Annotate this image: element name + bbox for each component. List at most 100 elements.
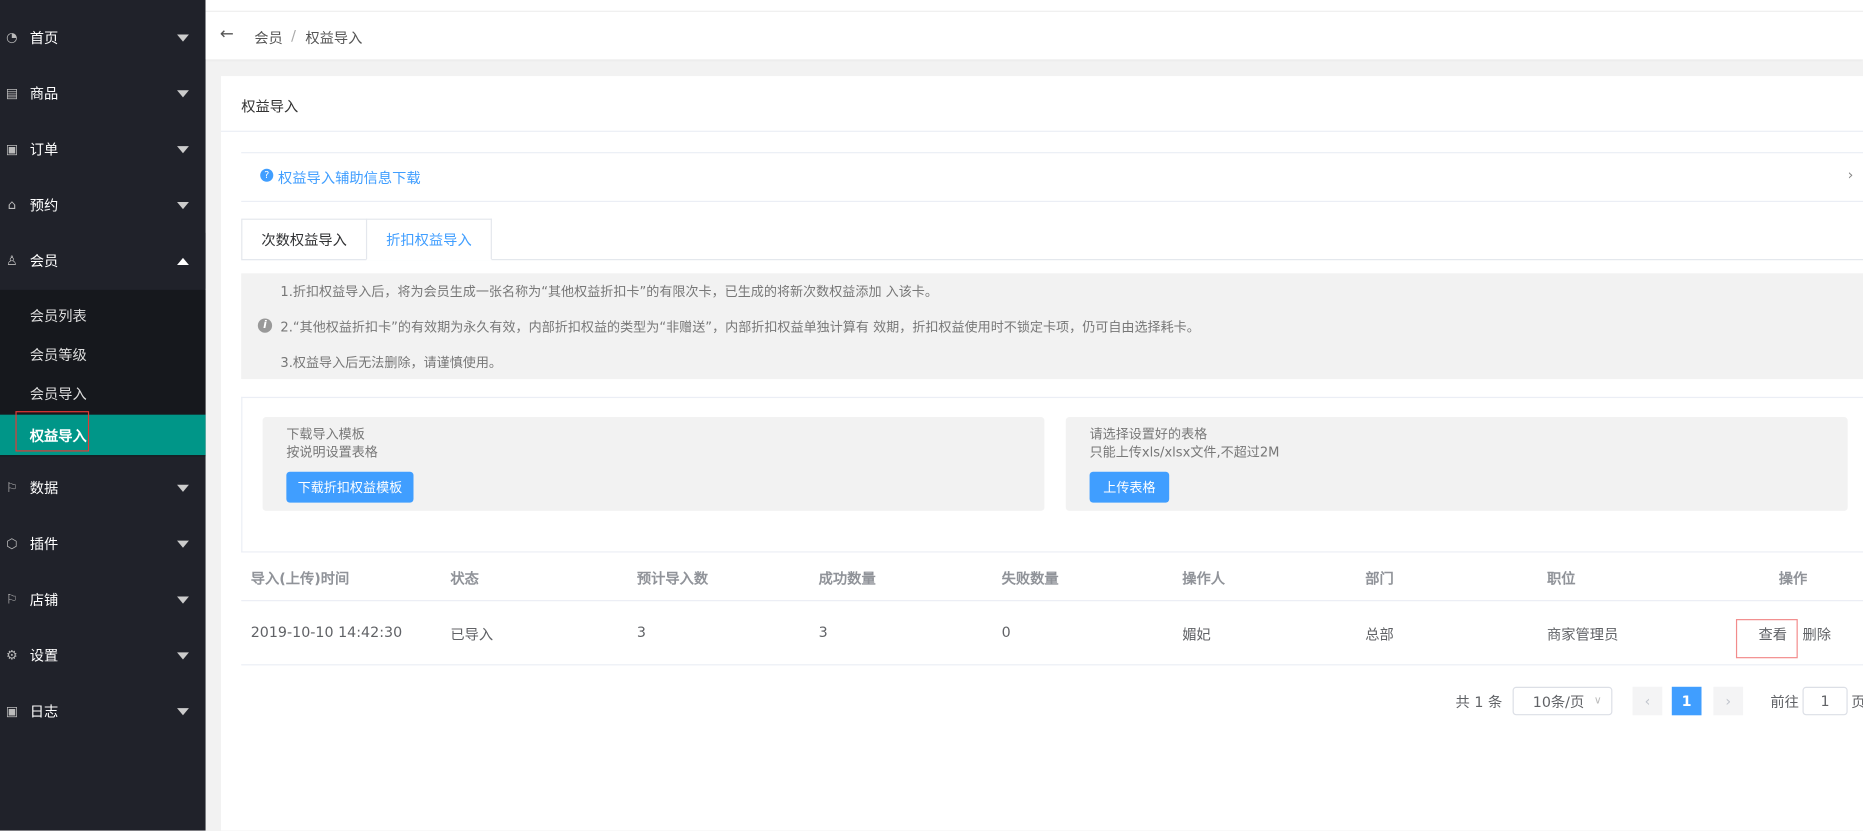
table-cell: 媚妃 — [1182, 626, 1211, 643]
download-panel: 下载导入模板 按说明设置表格 下载折扣权益模板 — [262, 417, 1045, 511]
notice-line: 1.折扣权益导入后，将为会员生成一张名称为“其他权益折扣卡”的有限次卡，已生成的… — [280, 283, 938, 300]
table-cell: 商家管理员 — [1547, 626, 1619, 643]
page-1-button[interactable]: 1 — [1671, 686, 1702, 716]
sidebar-item-9[interactable]: ▣ 日志 — [0, 683, 206, 739]
page-suffix: 页 — [1851, 687, 1863, 716]
chevron-down-icon: ∨ — [1593, 695, 1602, 707]
table-cell: 总部 — [1365, 626, 1394, 643]
caret-down-icon — [177, 651, 189, 659]
column-header: 导入(上传)时间 — [250, 570, 350, 587]
clipboard-icon: ▣ — [5, 703, 19, 719]
help-download-link[interactable]: 权益导入辅助信息下载 — [278, 168, 421, 188]
sidebar-item-label: 首页 — [29, 29, 59, 47]
upload-desc: 只能上传xls/xlsx文件,不超过2M — [1089, 444, 1280, 460]
column-header: 成功数量 — [818, 570, 876, 587]
column-header: 职位 — [1547, 570, 1576, 587]
download-title: 下载导入模板 — [286, 426, 365, 443]
caret-up-icon — [177, 257, 189, 265]
notice-line: 3.权益导入后无法删除，请谨慎使用。 — [280, 355, 503, 371]
sidebar-item-3[interactable]: ⌂ 预约 — [0, 177, 206, 233]
sidebar-item-7[interactable]: ⚐ 店铺 — [0, 572, 206, 628]
caret-down-icon — [177, 595, 189, 604]
caret-down-icon — [177, 484, 189, 492]
breadcrumb-current: 权益导入 — [305, 29, 363, 47]
download-template-button[interactable]: 下载折扣权益模板 — [286, 471, 414, 503]
column-header: 预计导入数 — [636, 570, 709, 587]
back-arrow-icon[interactable]: ← — [220, 25, 234, 44]
column-header: 操作人 — [1182, 570, 1226, 587]
table-cell: 3 — [636, 623, 646, 641]
flag-icon: ⚐ — [6, 591, 18, 608]
caret-down-icon — [177, 707, 189, 715]
tab-discount-benefit[interactable]: 折扣权益导入 — [365, 218, 492, 261]
gear-icon: ⚙ — [6, 647, 18, 664]
page-size-select[interactable]: 10条/页 ∨ — [1512, 686, 1613, 716]
sidebar-item-label: 数据 — [29, 480, 59, 497]
upload-table-button[interactable]: 上传表格 — [1089, 471, 1170, 503]
prev-page-button[interactable]: ‹ — [1632, 686, 1663, 716]
caret-down-icon — [177, 145, 189, 153]
submenu-member-level[interactable]: 会员等级 — [0, 334, 206, 374]
submenu-member-list[interactable]: 会员列表 — [0, 295, 206, 335]
column-header: 操作 — [1778, 570, 1808, 587]
delete-link[interactable]: 删除 — [1802, 624, 1831, 644]
caret-down-icon — [177, 540, 189, 548]
flag-icon: ⚐ — [6, 480, 18, 496]
table-cell: 已导入 — [450, 626, 494, 643]
help-icon: ? — [260, 168, 274, 182]
breadcrumb-separator: / — [291, 27, 296, 44]
sidebar-item-2[interactable]: ▣ 订单 — [0, 121, 206, 177]
sidebar-item-5[interactable]: ⚐ 数据 — [0, 460, 206, 516]
card-title: 权益导入 — [241, 98, 299, 116]
highlight-box — [1735, 619, 1798, 659]
sidebar-item-label: 商品 — [29, 85, 59, 103]
upload-title: 请选择设置好的表格 — [1089, 426, 1208, 443]
total-count: 共 1 条 — [1455, 693, 1503, 710]
clipboard-icon: ▣ — [5, 141, 19, 157]
caret-down-icon — [177, 89, 189, 97]
table-cell: 0 — [1001, 623, 1011, 641]
column-header: 失败数量 — [1001, 570, 1059, 587]
home-icon: ⌂ — [7, 197, 17, 213]
sidebar-item-4[interactable]: ♙ 会员 — [0, 232, 206, 289]
dashboard-icon: ◔ — [6, 29, 18, 46]
cube-icon: ⬡ — [6, 535, 18, 552]
label: 折扣权益导入 — [386, 231, 472, 249]
notice-box: 1.折扣权益导入后，将为会员生成一张名称为“其他权益折扣卡”的有限次卡，已生成的… — [241, 273, 1863, 380]
document-icon: ▤ — [5, 85, 19, 101]
highlight-box — [15, 411, 90, 452]
next-page-button[interactable]: › — [1713, 686, 1744, 716]
download-desc: 按说明设置表格 — [286, 444, 378, 460]
submenu-members: 会员列表 会员等级 会员导入 权益导入 — [0, 289, 206, 457]
label: 次数权益导入 — [261, 231, 347, 249]
column-header: 状态 — [450, 570, 479, 587]
info-icon: i — [257, 318, 273, 333]
sidebar-item-label: 会员 — [29, 253, 59, 270]
label: 会员等级 — [29, 346, 87, 363]
sidebar-item-8[interactable]: ⚙ 设置 — [0, 627, 206, 683]
label: 会员列表 — [29, 307, 87, 324]
submenu-member-import[interactable]: 会员导入 — [0, 373, 206, 413]
sidebar-item-label: 预约 — [29, 197, 59, 214]
goto-label: 前往 — [1770, 693, 1799, 710]
column-header: 部门 — [1365, 570, 1394, 587]
notice-line: 2.“其他权益折扣卡”的有效期为永久有效，内部折扣权益的类型为“非赠送”，内部折… — [280, 319, 1200, 336]
sidebar-item-6[interactable]: ⬡ 插件 — [0, 516, 206, 572]
tab-count-benefit[interactable]: 次数权益导入 — [241, 218, 368, 261]
label: 10条/页 — [1532, 693, 1585, 710]
table-cell: 2019-10-10 14:42:30 — [250, 623, 403, 641]
sidebar-item-0[interactable]: ◔ 首页 — [0, 10, 206, 66]
sidebar-item-1[interactable]: ▤ 商品 — [0, 65, 206, 121]
breadcrumb-parent[interactable]: 会员 — [254, 27, 283, 47]
sidebar-item-label: 插件 — [29, 535, 59, 553]
sidebar-item-label: 设置 — [29, 647, 59, 665]
goto-page-input[interactable]: 1 — [1802, 686, 1848, 716]
user-icon: ♙ — [6, 253, 18, 269]
chevron-right-icon[interactable]: › — [1848, 166, 1854, 183]
sidebar-item-label: 店铺 — [29, 591, 59, 609]
sidebar-item-label: 订单 — [29, 141, 59, 159]
caret-down-icon — [177, 201, 189, 209]
caret-down-icon — [177, 33, 189, 41]
sidebar: 会员列表 会员等级 会员导入 权益导入 ◔ 首页 ▤ 商品 ▣ 订单 ⌂ 预约 ♙ 会员 ⚐ 数据 ⬡ 插… — [0, 0, 206, 831]
breadcrumb-bar: ← 会员 / 权益导入 — [205, 0, 1863, 60]
